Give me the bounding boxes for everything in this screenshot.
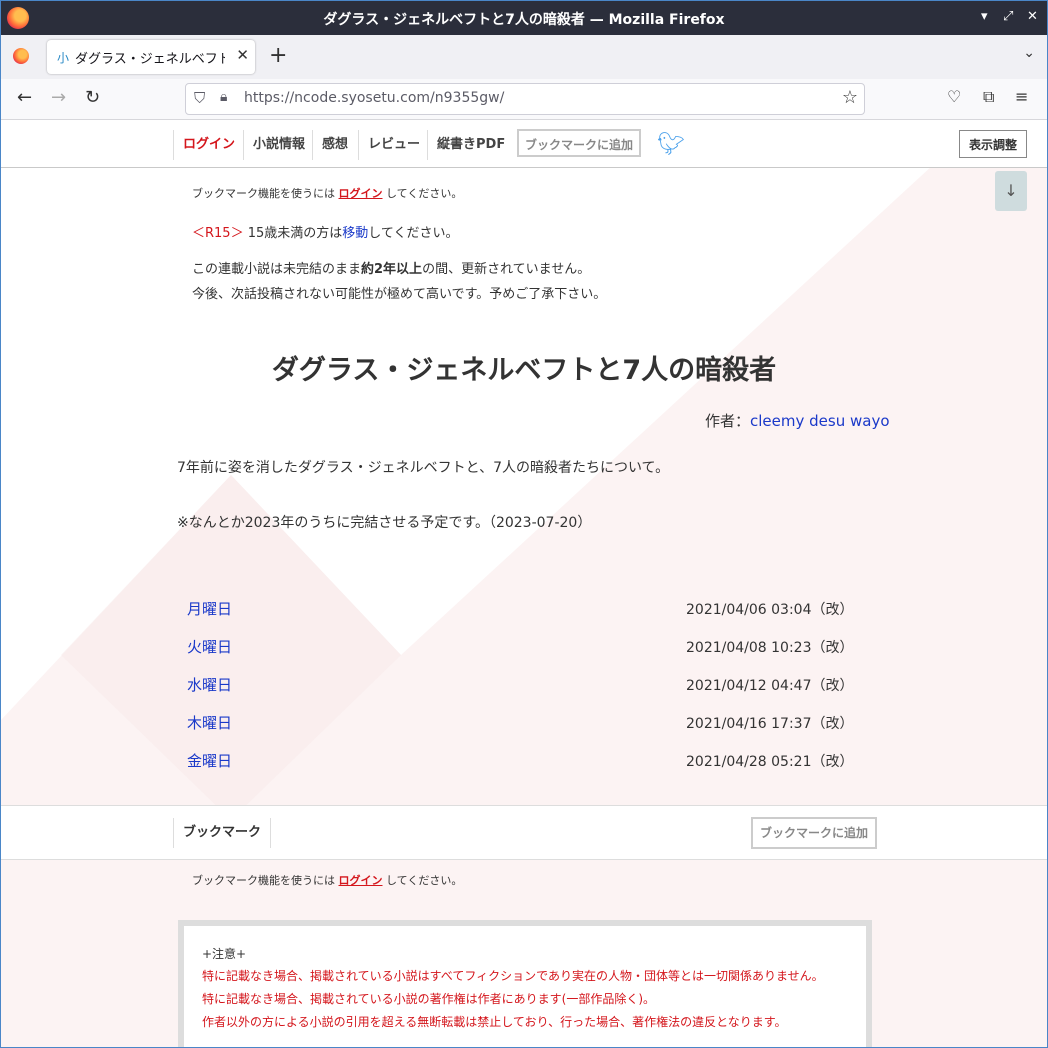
bookmark-star-icon[interactable]: ☆ (842, 87, 858, 108)
forward-icon[interactable]: → (51, 87, 66, 108)
chapter-date: 2021/04/16 17:37（改） (686, 716, 854, 732)
chapter-date: 2021/04/28 05:21（改） (686, 754, 854, 770)
revision-mark: （改） (811, 678, 854, 694)
scroll-down-icon[interactable]: ↓ (995, 171, 1027, 211)
caution-heading: +注意+ (202, 947, 247, 961)
impressions-link[interactable]: 感想 (312, 130, 357, 160)
r15-notice: ＜R15＞ 15歳未満の方は移動してください。 (192, 226, 459, 241)
author-line: 作者：cleemy desu wayo (705, 412, 890, 430)
reload-icon[interactable]: ↻ (85, 87, 100, 108)
lock-icon[interactable]: 🔒︎ (220, 89, 227, 105)
tab-bar: 小 ダグラス・ジェネルベフトと7人の暗殺者 ✕ + ⌄ (1, 35, 1047, 79)
tracking-protection-icon[interactable]: ⛉ (194, 89, 205, 107)
revision-mark: （改） (811, 602, 854, 618)
window-title: ダグラス・ジェネルベフトと7人の暗殺者 — Mozilla Firefox (323, 12, 725, 28)
chapter-link[interactable]: 金曜日 (187, 750, 232, 771)
bookmark-login-notice: ブックマーク機能を使うには ログイン してください。 (192, 187, 463, 200)
extensions-icon[interactable]: ⧉ (983, 87, 994, 107)
vertical-pdf-link[interactable]: 縦書きPDF (427, 130, 514, 160)
close-tab-icon[interactable]: ✕ (236, 46, 249, 64)
bottom-bookmark-add-button[interactable]: ブックマークに追加 (751, 817, 877, 849)
browser-window: ダグラス・ジェネルベフトと7人の暗殺者 — Mozilla Firefox ▾ … (0, 0, 1048, 1048)
novel-top-nav: ログイン 小説情報 感想 レビュー 縦書きPDF ブックマークに追加 🐦︎ 表示… (1, 120, 1047, 168)
revision-mark: （改） (811, 754, 854, 770)
bookmark-label: ブックマーク (173, 818, 272, 848)
chapter-link[interactable]: 木曜日 (187, 712, 232, 733)
bottom-bookmark-login-notice: ブックマーク機能を使うには ログイン してください。 (192, 874, 463, 887)
navigation-bar: ← → ↻ ⛉ 🔒︎ https://ncode.syosetu.com/n93… (1, 79, 1047, 120)
pocket-icon[interactable]: ♡ (947, 87, 961, 106)
chapter-link[interactable]: 月曜日 (187, 598, 232, 619)
firefox-view-icon[interactable] (13, 48, 29, 64)
hiatus-line-1: この連載小説は未完結のまま約2年以上の間、更新されていません。 (192, 262, 591, 277)
novel-title: ダグラス・ジェネルベフトと7人の暗殺者 (271, 355, 777, 386)
summary-line-2: ※なんとか2023年のうちに完結させる予定です。（2023-07-20） (177, 515, 592, 531)
caution-line-2: 特に記載なき場合、掲載されている小説の著作権は作者にあります(一部作品除く)。 (202, 992, 656, 1006)
bottom-notice-login-link[interactable]: ログイン (339, 874, 383, 887)
r15-move-link[interactable]: 移動 (342, 226, 368, 241)
back-icon[interactable]: ← (17, 87, 32, 108)
chapter-link[interactable]: 火曜日 (187, 636, 232, 657)
chapter-link[interactable]: 水曜日 (187, 674, 232, 695)
author-link[interactable]: cleemy desu wayo (750, 412, 889, 430)
caution-line-3: 作者以外の方による小説の引用を超える無断転載は禁止しており、行った場合、著作権法… (202, 1015, 787, 1029)
site-favicon-icon: 小 (57, 51, 70, 65)
list-tabs-chevron-icon[interactable]: ⌄ (1023, 45, 1035, 61)
chapter-date: 2021/04/08 10:23（改） (686, 640, 854, 656)
menu-icon[interactable]: ≡ (1015, 87, 1028, 106)
minimize-icon[interactable]: ▾ (981, 9, 988, 24)
caution-line-1: 特に記載なき場合、掲載されている小説はすべてフィクションであり実在の人物・団体等… (202, 969, 824, 983)
notice-login-link[interactable]: ログイン (339, 187, 383, 200)
tab-label: ダグラス・ジェネルベフトと7人の暗殺者 (75, 52, 225, 67)
title-bar: ダグラス・ジェネルベフトと7人の暗殺者 — Mozilla Firefox ▾ … (1, 1, 1047, 35)
chapter-date: 2021/04/12 04:47（改） (686, 678, 854, 694)
page-content: ログイン 小説情報 感想 レビュー 縦書きPDF ブックマークに追加 🐦︎ 表示… (1, 120, 1047, 1047)
chapter-date: 2021/04/06 03:04（改） (686, 602, 854, 618)
close-window-icon[interactable]: ✕ (1027, 9, 1038, 24)
review-link[interactable]: レビュー (358, 130, 429, 160)
display-settings-button[interactable]: 表示調整 (959, 130, 1027, 158)
tab-active[interactable]: 小 ダグラス・ジェネルベフトと7人の暗殺者 ✕ (47, 40, 255, 74)
r15-tag: ＜R15＞ (192, 226, 244, 241)
twitter-icon[interactable]: 🐦︎ (657, 132, 685, 157)
login-link[interactable]: ログイン (173, 130, 244, 160)
maximize-icon[interactable]: ⤢ (1003, 9, 1013, 24)
bottom-bookmark-bar: ブックマーク ブックマークに追加 (1, 805, 1047, 860)
new-tab-icon[interactable]: + (269, 43, 287, 68)
summary-line-1: 7年前に姿を消したダグラス・ジェネルベフトと、7人の暗殺者たちについて。 (177, 460, 670, 476)
caution-box: +注意+ 特に記載なき場合、掲載されている小説はすべてフィクションであり実在の人… (178, 920, 872, 1047)
bookmark-add-button[interactable]: ブックマークに追加 (517, 129, 641, 157)
novel-info-link[interactable]: 小説情報 (243, 130, 314, 160)
address-bar[interactable]: ⛉ 🔒︎ https://ncode.syosetu.com/n9355gw/ … (185, 83, 865, 115)
hiatus-line-2: 今後、次話投稿されない可能性が極めて高いです。予めご了承下さい。 (192, 287, 607, 302)
revision-mark: （改） (811, 716, 854, 732)
revision-mark: （改） (811, 640, 854, 656)
url-text[interactable]: https://ncode.syosetu.com/n9355gw/ (244, 90, 504, 106)
